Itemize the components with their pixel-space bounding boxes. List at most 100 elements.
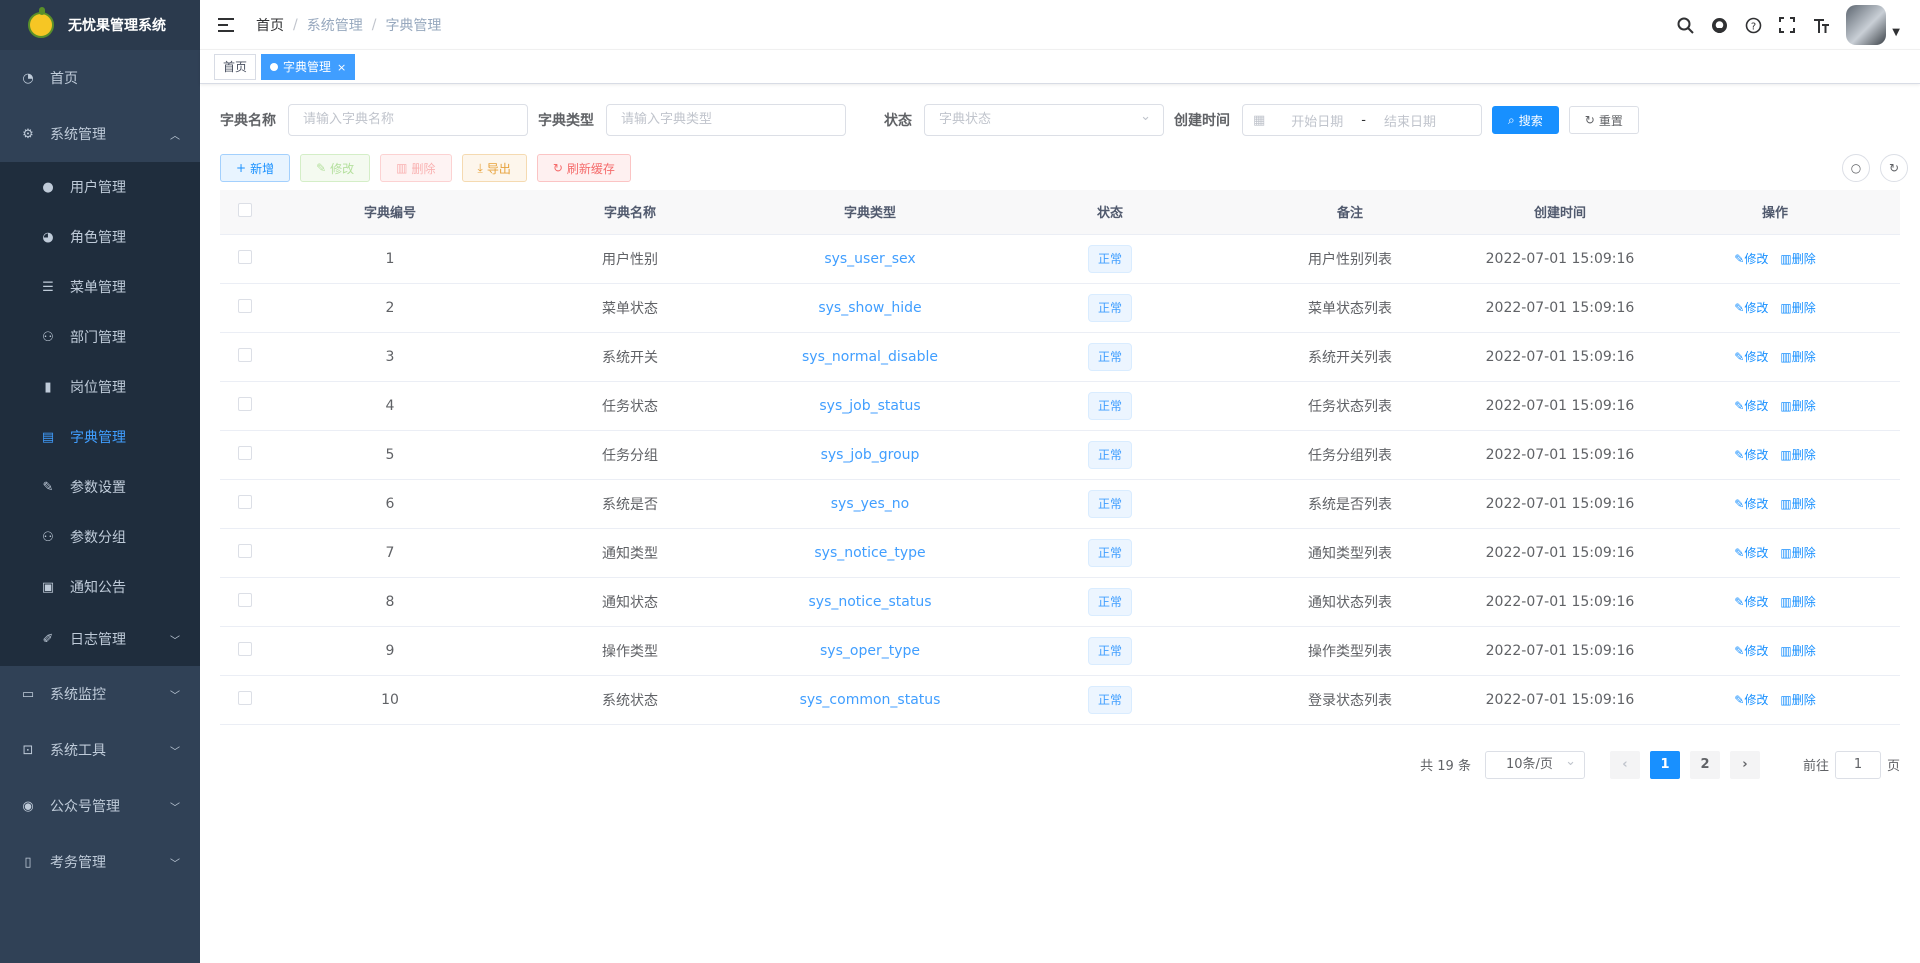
row-delete-button[interactable]: ▥删除: [1780, 546, 1815, 560]
export-button[interactable]: ⤓ 导出: [461, 154, 527, 182]
sidebar-item-notice[interactable]: ▣ 通知公告: [0, 562, 200, 612]
close-icon[interactable]: ×: [337, 61, 346, 74]
goto-page-input[interactable]: 1: [1834, 750, 1881, 779]
row-checkbox[interactable]: [238, 690, 252, 705]
row-edit-button[interactable]: ✎修改: [1734, 693, 1768, 707]
sidebar-item-config[interactable]: ✎ 参数设置: [0, 462, 200, 512]
fullscreen-icon[interactable]: [1770, 0, 1804, 50]
avatar[interactable]: [1846, 5, 1887, 45]
dict-type-link[interactable]: sys_normal_disable: [802, 349, 938, 365]
refresh-cache-button[interactable]: ↻ 刷新缓存: [536, 154, 631, 182]
tag-dict[interactable]: 字典管理 ×: [261, 53, 356, 80]
row-delete-button[interactable]: ▥删除: [1780, 301, 1815, 315]
sidebar-item-depts[interactable]: ⚇ 部门管理: [0, 312, 200, 362]
dict-type-link[interactable]: sys_show_hide: [818, 300, 921, 316]
search-icon[interactable]: [1668, 0, 1702, 50]
hamburger-icon[interactable]: [218, 17, 234, 32]
add-button[interactable]: + 新增: [220, 154, 291, 182]
sidebar-item-exam[interactable]: ▯ 考务管理 ﹀: [0, 834, 200, 890]
app-logo[interactable]: 无忧果管理系统: [0, 0, 200, 50]
edit-button[interactable]: ✎ 修改: [300, 154, 371, 182]
status-select[interactable]: 字典状态: [924, 102, 1164, 136]
delete-button[interactable]: ▥ 删除: [380, 154, 452, 182]
table-row: 5 任务分组 sys_job_group 正常 任务分组列表 2022-07-01 15:…: [220, 430, 1900, 480]
active-dot-icon: [270, 62, 279, 71]
row-edit-button[interactable]: ✎修改: [1734, 497, 1768, 511]
search-button[interactable]: ⌕ 搜索: [1492, 106, 1559, 134]
sidebar-item-system[interactable]: ⚙ 系统管理 ︿: [0, 106, 200, 162]
row-checkbox[interactable]: [238, 396, 252, 411]
row-edit-button[interactable]: ✎修改: [1734, 448, 1768, 462]
dict-type-link[interactable]: sys_yes_no: [831, 496, 910, 512]
toggle-search-button[interactable]: ○: [1842, 154, 1870, 182]
row-edit-button[interactable]: ✎修改: [1734, 399, 1768, 413]
prev-page-button[interactable]: ‹: [1609, 750, 1640, 779]
dict-name-input[interactable]: 请输入字典名称: [288, 104, 528, 136]
question-icon[interactable]: ?: [1736, 0, 1770, 50]
caret-down-icon[interactable]: ▼: [1892, 27, 1900, 38]
row-delete-button[interactable]: ▥删除: [1780, 644, 1815, 658]
refresh-table-button[interactable]: ↻: [1880, 154, 1908, 182]
next-page-button[interactable]: ›: [1729, 750, 1760, 779]
dict-type-link[interactable]: sys_oper_type: [820, 643, 920, 659]
row-edit-button[interactable]: ✎修改: [1734, 252, 1768, 266]
sidebar-item-monitor[interactable]: ▭ 系统监控 ﹀: [0, 666, 200, 722]
breadcrumb-item[interactable]: 首页: [256, 15, 284, 35]
sidebar-item-tools[interactable]: ⊡ 系统工具 ﹀: [0, 722, 200, 778]
row-checkbox[interactable]: [238, 298, 252, 313]
sidebar-item-dict[interactable]: ▤ 字典管理: [0, 412, 200, 462]
date-range-picker[interactable]: ▦ 开始日期 - 结束日期: [1242, 104, 1482, 136]
page-2-button[interactable]: 2: [1689, 750, 1720, 779]
create-time-cell: 2022-07-01 15:09:16: [1470, 430, 1650, 480]
sidebar-item-home[interactable]: ◔ 首页: [0, 50, 200, 106]
row-edit-button[interactable]: ✎修改: [1734, 546, 1768, 560]
dict-type-link[interactable]: sys_user_sex: [824, 251, 915, 267]
row-checkbox[interactable]: [238, 641, 252, 656]
sidebar-item-posts[interactable]: ▮ 岗位管理: [0, 362, 200, 412]
start-date-input[interactable]: 开始日期: [1277, 111, 1357, 130]
sidebar-item-wechat[interactable]: ◉ 公众号管理 ﹀: [0, 778, 200, 834]
dict-type-link[interactable]: sys_common_status: [800, 692, 941, 708]
row-edit-button[interactable]: ✎修改: [1734, 350, 1768, 364]
row-checkbox[interactable]: [238, 543, 252, 558]
dict-type-link[interactable]: sys_notice_type: [814, 545, 925, 561]
sidebar-item-config-group[interactable]: ⚇ 参数分组: [0, 512, 200, 562]
page-1-button[interactable]: 1: [1649, 750, 1680, 779]
row-delete-button[interactable]: ▥删除: [1780, 399, 1815, 413]
row-checkbox[interactable]: [238, 494, 252, 509]
row-edit-button[interactable]: ✎修改: [1734, 301, 1768, 315]
row-checkbox[interactable]: [238, 445, 252, 460]
end-date-input[interactable]: 结束日期: [1370, 111, 1450, 130]
status-badge: 正常: [1087, 244, 1132, 273]
dict-type-input[interactable]: 请输入字典类型: [606, 104, 846, 136]
font-size-icon[interactable]: [1804, 0, 1838, 50]
row-checkbox[interactable]: [238, 249, 252, 264]
reset-button[interactable]: ↻ 重置: [1568, 106, 1639, 134]
tag-home[interactable]: 首页: [214, 53, 257, 80]
row-edit-button[interactable]: ✎修改: [1734, 644, 1768, 658]
row-delete-button[interactable]: ▥删除: [1780, 497, 1815, 511]
sidebar-item-log[interactable]: ✐ 日志管理 ﹀: [0, 612, 200, 666]
sidebar-item-roles[interactable]: ◕ 角色管理: [0, 212, 200, 262]
page-size-select[interactable]: 10条/页: [1484, 749, 1585, 779]
github-icon[interactable]: [1702, 0, 1736, 50]
row-delete-button[interactable]: ▥删除: [1780, 693, 1815, 707]
dict-type-link[interactable]: sys_notice_status: [808, 594, 931, 610]
dict-type-link[interactable]: sys_job_status: [819, 398, 920, 414]
sidebar-item-menus[interactable]: ☰ 菜单管理: [0, 262, 200, 312]
dict-name-cell: 通知状态: [510, 577, 750, 627]
row-delete-button[interactable]: ▥删除: [1780, 595, 1815, 609]
sidebar-item-users[interactable]: ● 用户管理: [0, 162, 200, 212]
dict-name-cell: 操作类型: [510, 626, 750, 676]
row-edit-button[interactable]: ✎修改: [1734, 595, 1768, 609]
row-delete-button[interactable]: ▥删除: [1780, 448, 1815, 462]
remark-cell: 任务分组列表: [1230, 430, 1470, 480]
dict-type-link[interactable]: sys_job_group: [821, 447, 920, 463]
row-delete-button[interactable]: ▥删除: [1780, 350, 1815, 364]
row-checkbox[interactable]: [238, 592, 252, 607]
row-delete-button[interactable]: ▥删除: [1780, 252, 1815, 266]
breadcrumb-item: 系统管理: [306, 17, 363, 34]
select-all-checkbox[interactable]: [238, 202, 252, 217]
row-checkbox[interactable]: [238, 347, 252, 362]
column-header: 字典编号: [270, 190, 510, 235]
